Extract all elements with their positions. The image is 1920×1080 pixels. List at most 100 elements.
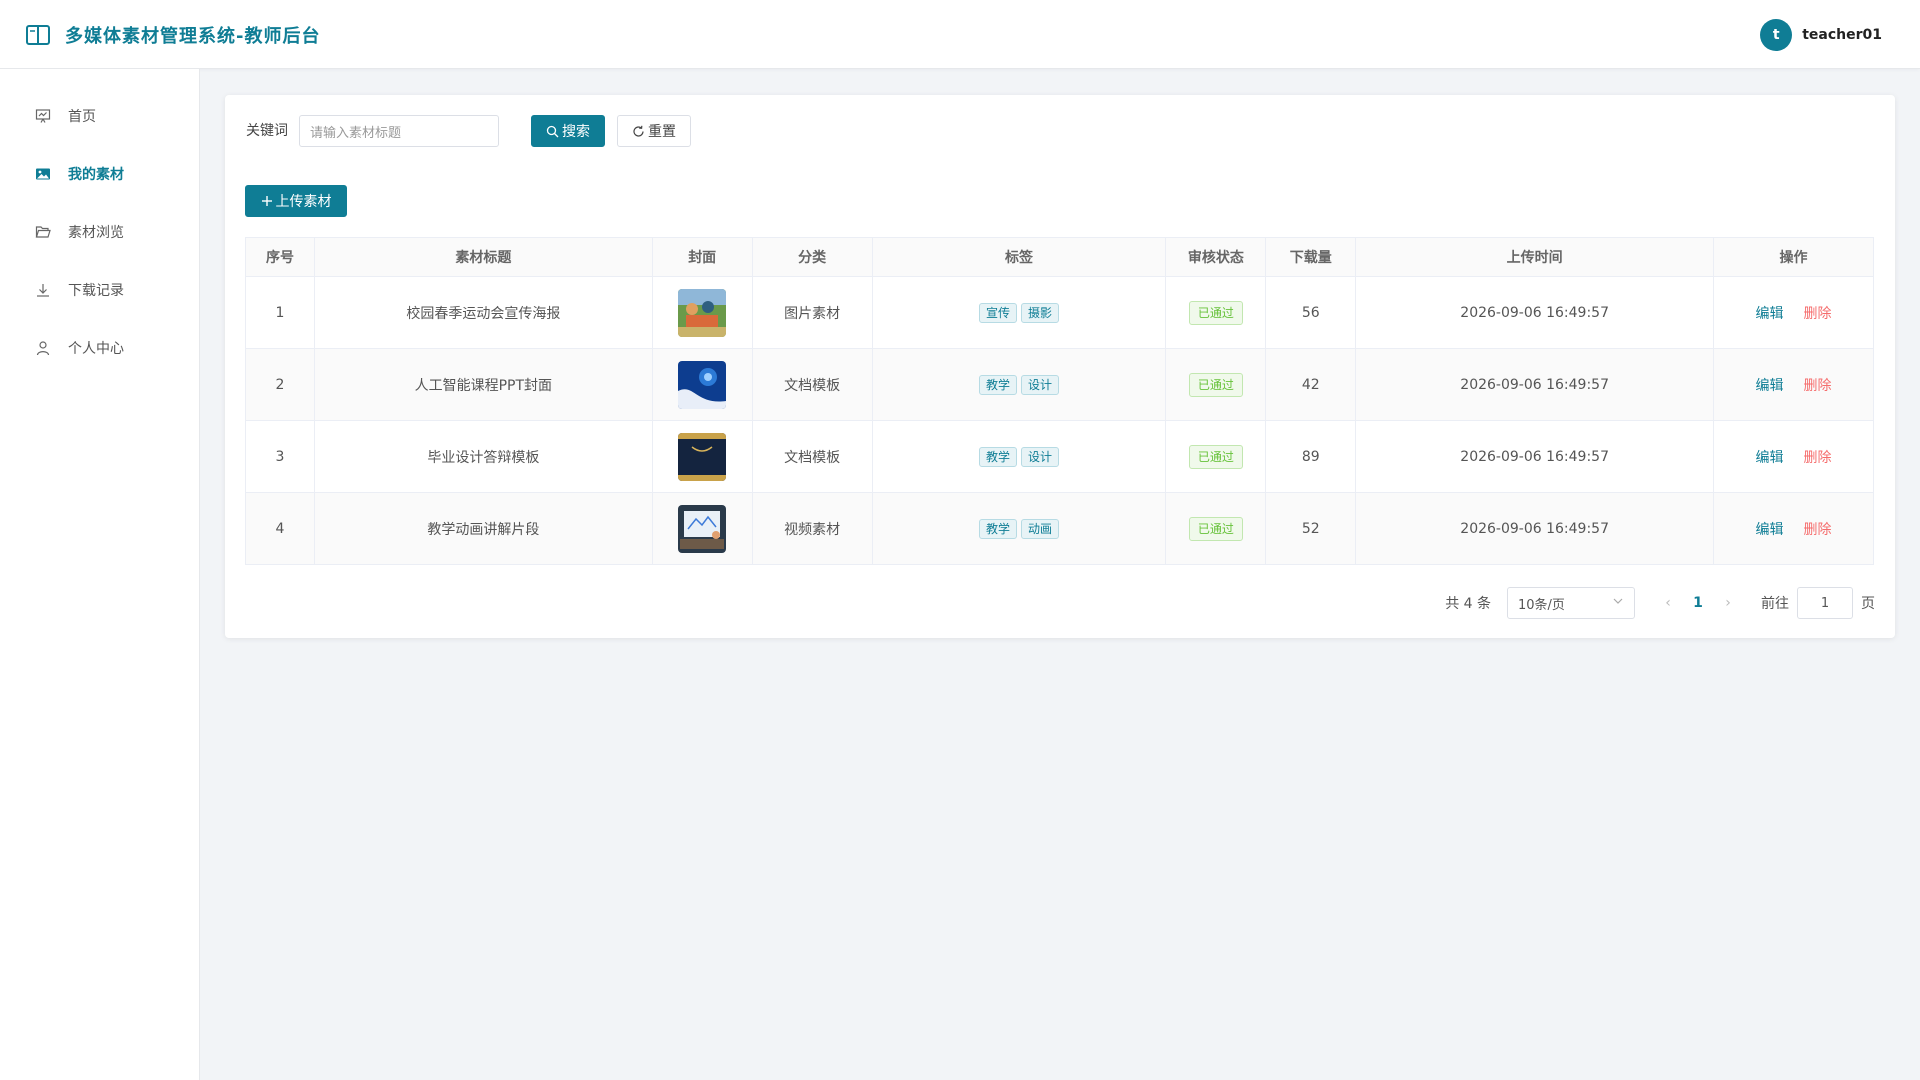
sidebar-item-home[interactable]: 首页 (0, 96, 199, 136)
cover-thumbnail[interactable] (678, 360, 727, 409)
search-button[interactable]: 搜索 (531, 115, 605, 147)
edit-link[interactable]: 编辑 (1756, 378, 1784, 394)
row-downloads: 42 (1265, 348, 1357, 421)
edit-link[interactable]: 编辑 (1756, 522, 1784, 538)
status-cell: 已通过 (1165, 420, 1267, 493)
table-row: 3 毕业设计答辩模板 文档模板 教学 设计 已通过 89 2026-09-06 1… (245, 420, 1874, 493)
prev-page-icon[interactable]: ‹ (1653, 595, 1683, 611)
cover-cell (651, 348, 753, 421)
tags-cell: 教学 动画 (871, 492, 1167, 565)
avatar[interactable]: t (1760, 18, 1793, 51)
row-downloads: 56 (1265, 276, 1357, 349)
user-menu[interactable]: t teacher01 (1760, 0, 1882, 69)
sidebar: 首页 我的素材 素材浏览 下载记录 个人中心 (0, 69, 200, 1080)
tag: 教学 (978, 518, 1017, 539)
row-time: 2026-09-06 16:49:57 (1355, 492, 1715, 565)
keyword-label: 关键词 (246, 123, 288, 139)
row-downloads: 52 (1265, 492, 1357, 565)
page-size-select[interactable]: 10条/页 (1507, 587, 1635, 619)
delete-link[interactable]: 删除 (1804, 306, 1832, 322)
edit-link[interactable]: 编辑 (1756, 450, 1784, 466)
tag: 设计 (1020, 374, 1059, 395)
search-input[interactable]: 请输入素材标题 (299, 115, 499, 147)
status-cell: 已通过 (1165, 276, 1267, 349)
table-row: 1 校园春季运动会宣传海报 图片素材 宣传 摄影 已通过 56 2026-09-0… (245, 276, 1874, 349)
actions-cell: 编辑 删除 (1713, 492, 1874, 565)
col-header-status: 审核状态 (1165, 237, 1267, 277)
row-category: 视频素材 (751, 492, 873, 565)
page-number[interactable]: 1 (1683, 595, 1713, 611)
actions-cell: 编辑 删除 (1713, 276, 1874, 349)
status-cell: 已通过 (1165, 348, 1267, 421)
row-no: 2 (245, 348, 315, 421)
sidebar-item-label: 个人中心 (68, 341, 124, 357)
goto-label: 前往 (1761, 596, 1789, 612)
username[interactable]: teacher01 (1802, 27, 1882, 43)
book-icon (26, 24, 50, 45)
col-header-actions: 操作 (1713, 237, 1874, 277)
delete-link[interactable]: 删除 (1804, 450, 1832, 466)
reset-button-label: 重置 (648, 124, 676, 140)
search-button-label: 搜索 (562, 124, 590, 140)
cover-cell (651, 276, 753, 349)
row-time: 2026-09-06 16:49:57 (1355, 276, 1715, 349)
page-suffix: 页 (1861, 596, 1875, 612)
row-category: 图片素材 (751, 276, 873, 349)
download-icon (34, 281, 52, 299)
row-category: 文档模板 (751, 420, 873, 493)
image-icon (34, 165, 52, 183)
reset-button[interactable]: 重置 (617, 115, 691, 147)
sidebar-item-downloads[interactable]: 下载记录 (0, 270, 199, 310)
materials-table: 序号 素材标题 封面 分类 标签 审核状态 下载量 上传时间 操作 1 校园春季… (245, 237, 1874, 565)
col-header-cover: 封面 (651, 237, 753, 277)
sidebar-item-profile[interactable]: 个人中心 (0, 328, 199, 368)
top-header: 多媒体素材管理系统-教师后台 t teacher01 (0, 0, 1920, 69)
user-icon (34, 339, 52, 357)
actions-cell: 编辑 删除 (1713, 420, 1874, 493)
presentation-icon (34, 107, 52, 125)
row-title: 人工智能课程PPT封面 (313, 348, 653, 421)
sidebar-item-my-materials[interactable]: 我的素材 (0, 154, 199, 194)
cover-thumbnail[interactable] (678, 504, 727, 553)
delete-link[interactable]: 删除 (1804, 378, 1832, 394)
tags-cell: 教学 设计 (871, 348, 1167, 421)
col-header-time: 上传时间 (1355, 237, 1715, 277)
status-badge: 已通过 (1188, 444, 1243, 469)
tag: 教学 (978, 446, 1017, 467)
tags-cell: 宣传 摄影 (871, 276, 1167, 349)
cover-thumbnail[interactable] (678, 288, 727, 337)
upload-button-label: 上传素材 (275, 194, 332, 210)
row-downloads: 89 (1265, 420, 1357, 493)
sidebar-item-label: 我的素材 (68, 167, 124, 183)
col-header-no: 序号 (245, 237, 315, 277)
next-page-icon[interactable]: › (1713, 595, 1743, 611)
row-time: 2026-09-06 16:49:57 (1355, 420, 1715, 493)
tag: 动画 (1020, 518, 1059, 539)
search-icon (546, 125, 559, 138)
goto-page-input[interactable]: 1 (1797, 587, 1853, 619)
upload-button[interactable]: 上传素材 (245, 185, 347, 217)
actions-cell: 编辑 删除 (1713, 348, 1874, 421)
cover-cell (651, 492, 753, 565)
cover-thumbnail[interactable] (678, 432, 727, 481)
tag: 教学 (978, 374, 1017, 395)
refresh-icon (632, 125, 645, 138)
col-header-downloads: 下载量 (1265, 237, 1357, 277)
table-row: 4 教学动画讲解片段 视频素材 教学 动画 已通过 52 2026-09-06 1… (245, 492, 1874, 565)
app-title: 多媒体素材管理系统-教师后台 (65, 25, 321, 47)
col-header-title: 素材标题 (313, 237, 653, 277)
row-no: 1 (245, 276, 315, 349)
status-badge: 已通过 (1188, 516, 1243, 541)
main-card: 关键词 请输入素材标题 搜索 重置 上传素材 序号 素材标题 封面 分类 标签 (225, 95, 1895, 638)
delete-link[interactable]: 删除 (1804, 522, 1832, 538)
sidebar-item-label: 下载记录 (68, 283, 124, 299)
chevron-down-icon (1612, 595, 1624, 611)
sidebar-item-browse[interactable]: 素材浏览 (0, 212, 199, 252)
col-header-tags: 标签 (871, 237, 1167, 277)
row-no: 4 (245, 492, 315, 565)
sidebar-item-label: 素材浏览 (68, 225, 124, 241)
total-count: 共 4 条 (1445, 596, 1491, 612)
pagination: 共 4 条 10条/页 ‹ 1 › 前往 1 页 (1445, 587, 1875, 619)
tag: 设计 (1020, 446, 1059, 467)
edit-link[interactable]: 编辑 (1756, 306, 1784, 322)
